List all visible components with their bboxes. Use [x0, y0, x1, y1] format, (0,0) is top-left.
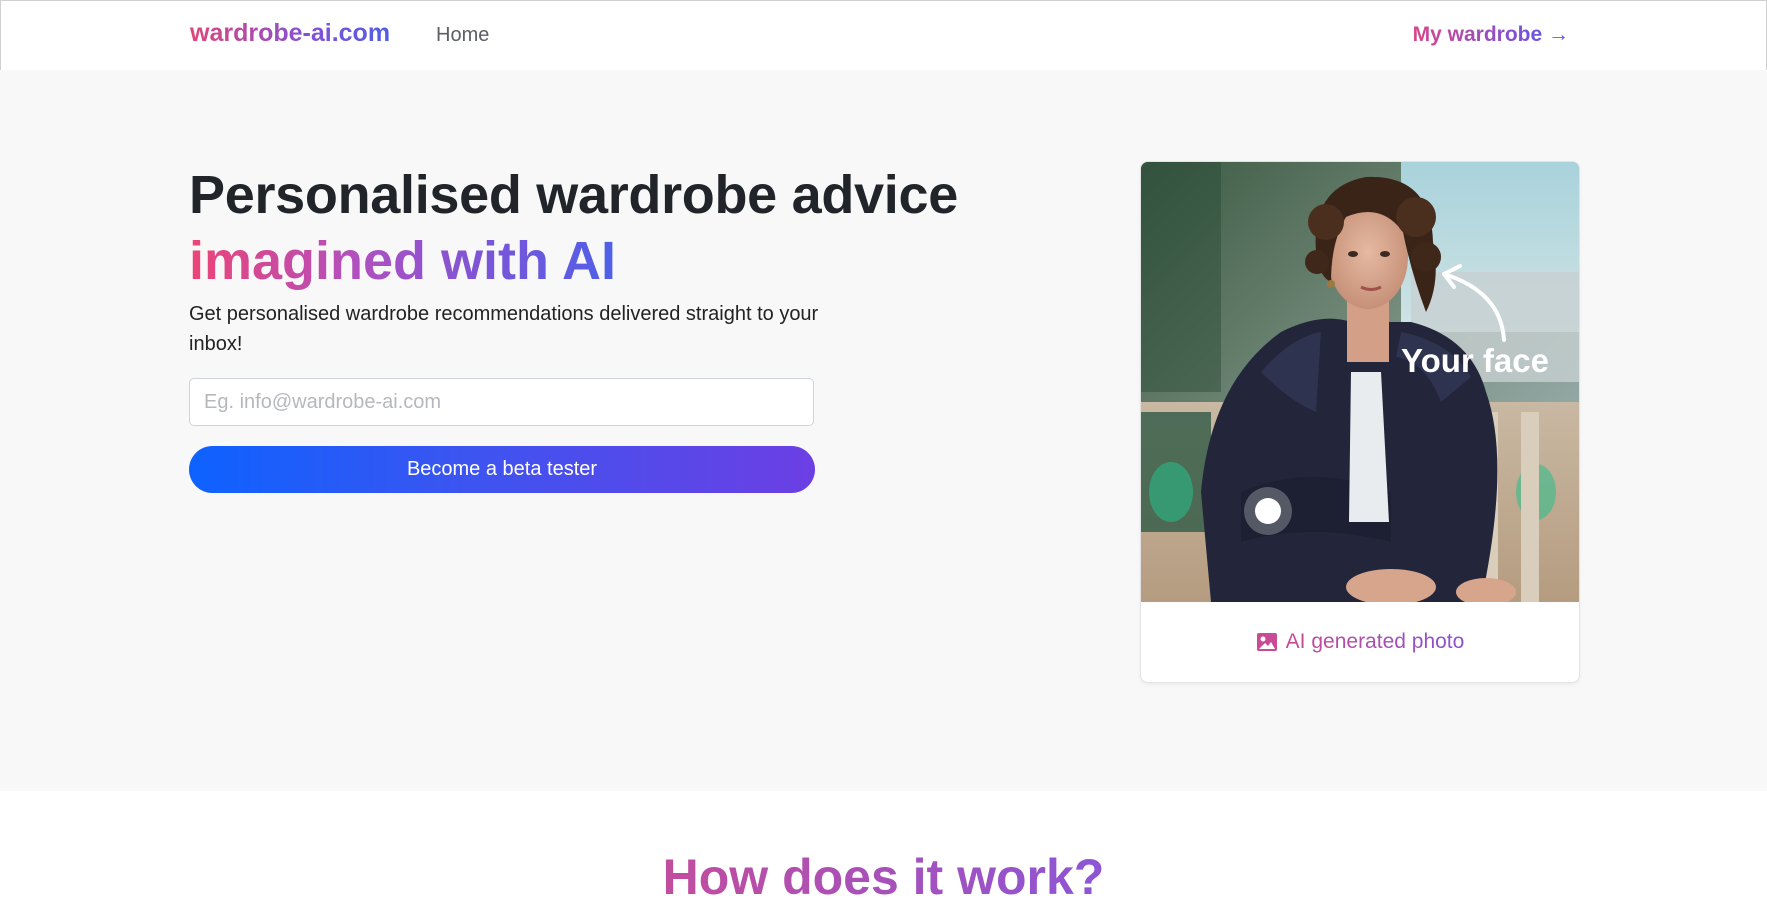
- beta-tester-button[interactable]: Become a beta tester: [189, 446, 815, 493]
- how-it-works-section: How does it work?: [0, 791, 1767, 905]
- nav-home-link[interactable]: Home: [436, 24, 489, 47]
- brand-logo-link[interactable]: wardrobe-ai.com: [190, 19, 390, 48]
- my-wardrobe-link[interactable]: My wardrobe →: [1413, 23, 1569, 47]
- hero-title-highlight: imagined with AI: [189, 231, 617, 291]
- how-it-works-title: How does it work?: [0, 848, 1767, 906]
- hero-section: Personalised wardrobe advice imagined wi…: [0, 70, 1767, 791]
- image-icon: [1256, 633, 1277, 651]
- email-input[interactable]: [189, 378, 814, 426]
- ai-generated-portrait: Your face: [1141, 162, 1579, 602]
- top-navbar: wardrobe-ai.com Home My wardrobe →: [0, 0, 1767, 71]
- hero-subtitle: Get personalised wardrobe recommendation…: [189, 303, 819, 355]
- how-it-works-title-text: How does it work?: [662, 849, 1105, 905]
- hero-title: Personalised wardrobe advice: [189, 165, 958, 225]
- card-footer: AI generated photo: [1141, 602, 1579, 682]
- ai-photo-card: Your face AI generated photo: [1140, 161, 1580, 683]
- your-face-label: Your face: [1401, 342, 1549, 379]
- ai-photo-caption: AI generated photo: [1285, 630, 1465, 653]
